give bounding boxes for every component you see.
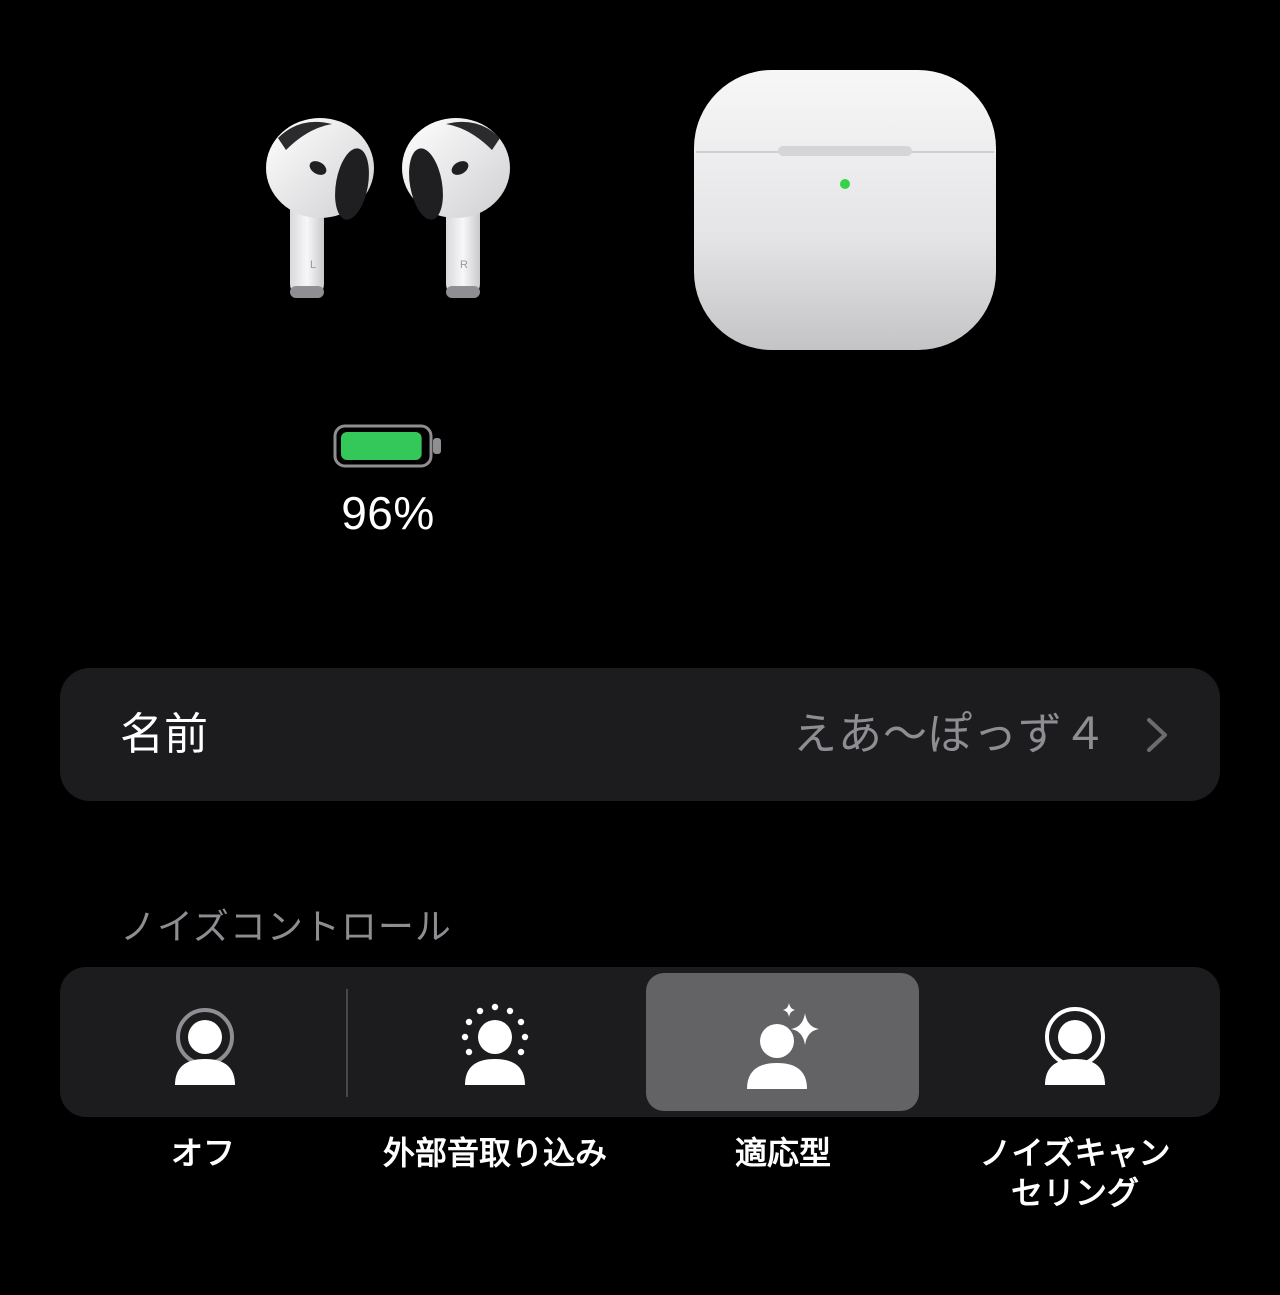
noise-option-noise-cancellation-label: ノイズキャン セリング (960, 1133, 1190, 1213)
name-value: えあ〜ぽっず４ (793, 709, 1108, 760)
battery-percentage: 96% (341, 487, 435, 539)
battery-fill (341, 432, 422, 460)
noise-control-header: ノイズコントロール (120, 907, 452, 948)
person-transparency-icon (461, 1003, 529, 1085)
left-earbud-mark: L (310, 259, 316, 271)
noise-option-noise-cancellation[interactable] (930, 967, 1220, 1117)
battery-icon (333, 424, 441, 468)
noise-option-off[interactable] (60, 967, 350, 1117)
right-earbud: R (402, 118, 510, 298)
airpods-case-image (694, 70, 996, 350)
noise-option-off-label: オフ (170, 1134, 235, 1172)
right-earbud-mark: R (460, 259, 468, 271)
left-earbud: L (266, 118, 374, 298)
name-label: 名前 (120, 709, 208, 760)
noise-option-adaptive-label: 適応型 (734, 1134, 831, 1172)
person-off-icon (175, 1008, 235, 1085)
noise-cancellation-label-line2: セリング (1010, 1174, 1139, 1212)
name-row[interactable]: 名前 えあ〜ぽっず４ (60, 668, 1220, 801)
noise-option-adaptive[interactable] (646, 973, 919, 1111)
noise-control-segmented (60, 967, 1220, 1117)
case-status-light (840, 179, 850, 189)
person-noise-cancel-icon (1045, 1007, 1105, 1085)
chevron-right-icon (1147, 718, 1167, 752)
person-sparkle-icon (746, 1003, 819, 1089)
noise-option-transparency-label: 外部音取り込み (382, 1134, 607, 1172)
airpods-earbuds-image: L R (266, 118, 510, 298)
noise-option-transparency[interactable] (350, 967, 640, 1117)
segment-divider (346, 989, 348, 1097)
noise-cancellation-label-line1: ノイズキャン (979, 1134, 1171, 1172)
